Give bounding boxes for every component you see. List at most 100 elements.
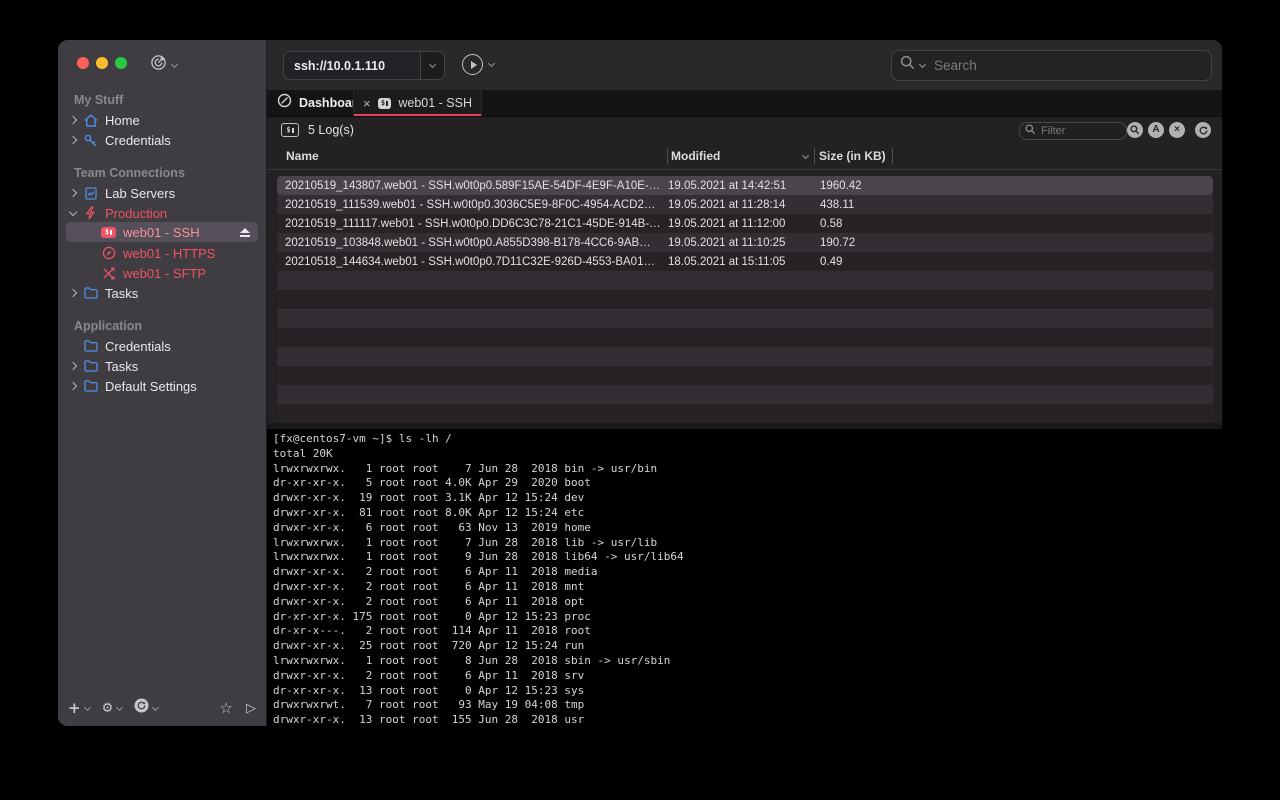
filter-box — [1019, 122, 1127, 140]
terminal-line: drwxrwxrwt. 7 root root 93 May 19 04:08 … — [273, 698, 1222, 713]
chevron-down-icon — [84, 703, 91, 710]
log-row[interactable]: 20210519_111117.web01 - SSH.w0t0p0.DD6C3… — [277, 214, 1213, 233]
column-header-modified[interactable]: Modified — [668, 148, 815, 164]
chevron-right-icon[interactable] — [66, 137, 80, 143]
empty-row-stripe — [277, 385, 1213, 404]
chevron-right-icon[interactable] — [66, 290, 80, 296]
document-chart-icon — [83, 186, 98, 200]
terminal-line: drwxr-xr-x. 81 root root 8.0K Apr 12 15:… — [273, 506, 1222, 521]
favorite-star-icon[interactable]: ☆ — [220, 699, 233, 717]
tab-web01-ssh[interactable]: × $ web01 - SSH — [353, 90, 482, 116]
clear-filter-button[interactable]: × — [1169, 122, 1185, 138]
connect-play-button[interactable] — [462, 54, 494, 75]
terminal-line: drwxr-xr-x. 6 root root 63 Nov 13 2019 h… — [273, 521, 1222, 536]
empty-row-stripe — [277, 309, 1213, 328]
sidebar-item-production[interactable]: Production — [66, 203, 258, 223]
terminal-line: drwxr-xr-x. 2 root root 6 Apr 11 2018 sr… — [273, 669, 1222, 684]
search-icon — [900, 55, 917, 76]
log-row[interactable]: 20210519_143807.web01 - SSH.w0t0p0.589F1… — [277, 176, 1213, 195]
tab-label: web01 - SSH — [398, 96, 472, 110]
terminal-line: lrwxrwxrwx. 1 root root 7 Jun 28 2018 bi… — [273, 462, 1222, 477]
app-window: My Stuff Home Credentials Team Connectio… — [58, 40, 1222, 726]
sidebar-item-tasks-app[interactable]: Tasks — [66, 356, 258, 376]
refresh-logs-button[interactable] — [1195, 122, 1211, 138]
filter-input[interactable] — [1039, 124, 1121, 138]
active-tab-indicator — [354, 114, 481, 116]
sync-menu-button[interactable] — [134, 698, 158, 718]
chevron-right-icon[interactable] — [66, 383, 80, 389]
sidebar-item-web01-https[interactable]: web01 - HTTPS — [66, 243, 258, 263]
terminal-line: drwxr-xr-x. 2 root root 6 Apr 11 2018 op… — [273, 595, 1222, 610]
chevron-down-icon[interactable] — [66, 211, 80, 215]
sidebar-item-credentials[interactable]: Credentials — [66, 130, 258, 150]
terminal-line: dr-xr-xr-x. 13 root root 0 Apr 12 15:23 … — [273, 684, 1222, 699]
sidebar-item-label: Default Settings — [105, 379, 197, 394]
gear-icon: ⚙ — [102, 701, 114, 716]
zoom-window-button[interactable] — [115, 57, 127, 69]
sidebar-item-home[interactable]: Home — [66, 110, 258, 130]
terminal-line: dr-xr-x---. 2 root root 114 Apr 11 2018 … — [273, 624, 1222, 639]
log-row[interactable]: 20210519_103848.web01 - SSH.w0t0p0.A855D… — [277, 233, 1213, 252]
log-count: 5 Log(s) — [308, 123, 354, 137]
column-header-name[interactable]: Name — [277, 148, 668, 164]
file-transfer-arrows-icon — [101, 266, 116, 280]
empty-row-stripe — [277, 366, 1213, 385]
sort-descending-icon — [802, 151, 809, 158]
eject-disconnect-icon[interactable] — [240, 228, 250, 237]
add-connection-button[interactable]: + — [68, 699, 90, 717]
terminal-line: lrwxrwxrwx. 1 root root 9 Jun 28 2018 li… — [273, 550, 1222, 565]
close-window-button[interactable] — [77, 57, 89, 69]
terminal-line: [fx@centos7-vm ~]$ ls -lh / — [273, 432, 1222, 447]
close-tab-icon[interactable]: × — [363, 97, 371, 110]
terminal-line: drwxr-xr-x. 2 root root 6 Apr 11 2018 mn… — [273, 580, 1222, 595]
search-input[interactable] — [932, 57, 1203, 74]
address-bar — [283, 51, 445, 80]
settings-menu-button[interactable]: ⚙ — [102, 701, 123, 716]
run-play-icon[interactable]: ▷ — [246, 701, 256, 716]
terminal-output[interactable]: [fx@centos7-vm ~]$ ls -lh / total 20K lr… — [267, 429, 1222, 726]
sidebar-item-label: web01 - HTTPS — [123, 246, 215, 261]
sidebar: My Stuff Home Credentials Team Connectio… — [58, 40, 266, 726]
log-table-body: 20210519_143807.web01 - SSH.w0t0p0.589F1… — [277, 176, 1213, 423]
address-dropdown-button[interactable] — [420, 52, 444, 79]
section-title-my-stuff: My Stuff — [74, 93, 123, 107]
folder-icon — [83, 286, 98, 300]
sidebar-item-credentials-app[interactable]: Credentials — [66, 336, 258, 356]
chevron-right-icon[interactable] — [66, 190, 80, 196]
log-table-header: Name Modified Size (in KB) — [267, 143, 1222, 170]
sidebar-item-default-settings[interactable]: Default Settings — [66, 376, 258, 396]
empty-row-stripe — [277, 271, 1213, 290]
minimize-window-button[interactable] — [96, 57, 108, 69]
sync-circle-icon — [134, 698, 149, 718]
chevron-right-icon[interactable] — [66, 117, 80, 123]
sidebar-item-tasks-team[interactable]: Tasks — [66, 283, 258, 303]
section-title-team-connections: Team Connections — [74, 166, 185, 180]
chevron-right-icon[interactable] — [66, 363, 80, 369]
quick-connect-button[interactable] — [150, 54, 177, 76]
sidebar-item-web01-ssh[interactable]: $ web01 - SSH — [66, 222, 258, 242]
column-header-size[interactable]: Size (in KB) — [815, 148, 893, 164]
sidebar-item-label: Tasks — [105, 359, 138, 374]
lightning-bolt-icon — [83, 206, 98, 220]
log-row[interactable]: 20210519_111539.web01 - SSH.w0t0p0.3036C… — [277, 195, 1213, 214]
sidebar-item-label: Credentials — [105, 339, 171, 354]
address-input[interactable] — [284, 59, 420, 73]
terminal-line: total 20K — [273, 447, 1222, 462]
chevron-down-icon — [152, 703, 159, 710]
sidebar-item-label: web01 - SSH — [123, 225, 200, 240]
terminal-line: dr-xr-xr-x. 175 root root 0 Apr 12 15:23… — [273, 610, 1222, 625]
terminal-line: drwxr-xr-x. 2 root root 6 Apr 11 2018 me… — [273, 565, 1222, 580]
main-area: Dashboard × $ web01 - SSH $ 5 Log(s) — [266, 40, 1222, 726]
terminal-line: drwxr-xr-x. 25 root root 720 Apr 12 15:2… — [273, 639, 1222, 654]
folder-icon — [83, 359, 98, 373]
terminal-line: drwxr-xr-x. 13 root root 155 Jun 28 2018… — [273, 713, 1222, 726]
sidebar-item-lab-servers[interactable]: Lab Servers — [66, 183, 258, 203]
log-panel-header: $ 5 Log(s) A × — [267, 117, 1222, 143]
terminal-line: lrwxrwxrwx. 1 root root 7 Jun 28 2018 li… — [273, 536, 1222, 551]
sidebar-item-web01-sftp[interactable]: web01 - SFTP — [66, 263, 258, 283]
log-row[interactable]: 20210518_144634.web01 - SSH.w0t0p0.7D11C… — [277, 252, 1213, 271]
search-logs-button[interactable] — [1127, 122, 1143, 138]
play-circle-icon — [462, 54, 483, 75]
terminal-line: drwxr-xr-x. 19 root root 3.1K Apr 12 15:… — [273, 491, 1222, 506]
match-case-button[interactable]: A — [1148, 122, 1164, 138]
